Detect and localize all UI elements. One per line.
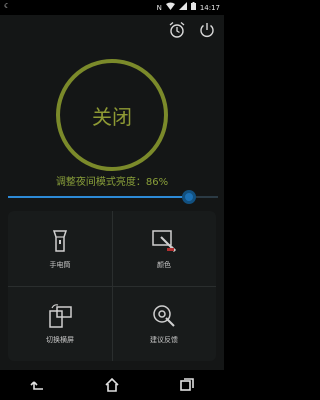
night-mode-toggle[interactable]: 关闭 — [56, 59, 168, 171]
top-actions — [168, 21, 216, 39]
toggle-label: 关闭 — [92, 104, 132, 129]
slider-thumb[interactable] — [181, 190, 196, 204]
flashlight-button[interactable]: 手电筒 — [8, 211, 112, 286]
color-button[interactable]: 颜色 — [112, 211, 216, 286]
color-label: 颜色 — [157, 260, 171, 269]
tools-grid: 手电筒 颜色 切换横屏 建议反馈 — [8, 211, 216, 361]
feedback-label: 建议反馈 — [150, 335, 178, 344]
signal-icon — [178, 2, 187, 13]
status-time: 14:17 — [199, 3, 220, 12]
power-icon[interactable] — [198, 21, 216, 39]
rotate-screen-icon — [47, 303, 73, 329]
home-icon[interactable] — [101, 377, 123, 393]
feedback-icon — [151, 303, 177, 329]
recents-icon[interactable] — [176, 377, 198, 393]
wifi-icon — [165, 2, 175, 13]
flashlight-icon — [47, 228, 73, 254]
color-picker-icon — [151, 228, 177, 254]
rotate-screen-button[interactable]: 切换横屏 — [8, 286, 112, 361]
brightness-slider[interactable] — [8, 190, 218, 204]
app-content: 关闭 调整夜间模式亮度：86% 手电筒 颜色 切换横屏 建议反馈 — [0, 15, 224, 370]
alarm-clock-icon[interactable] — [168, 21, 186, 39]
flashlight-label: 手电筒 — [49, 260, 71, 269]
back-icon[interactable] — [26, 377, 48, 393]
slider-fill — [8, 196, 189, 198]
status-icons: N 14:17 — [157, 2, 220, 13]
brightness-label: 调整夜间模式亮度：86% — [55, 177, 169, 188]
battery-icon — [190, 2, 196, 13]
nfc-icon: N — [156, 3, 162, 12]
status-bar: ☾ N 14:17 — [0, 0, 224, 15]
feedback-button[interactable]: 建议反馈 — [112, 286, 216, 361]
moon-icon: ☾ — [4, 2, 11, 10]
navigation-bar — [0, 370, 224, 400]
rotate-screen-label: 切换横屏 — [46, 335, 74, 344]
